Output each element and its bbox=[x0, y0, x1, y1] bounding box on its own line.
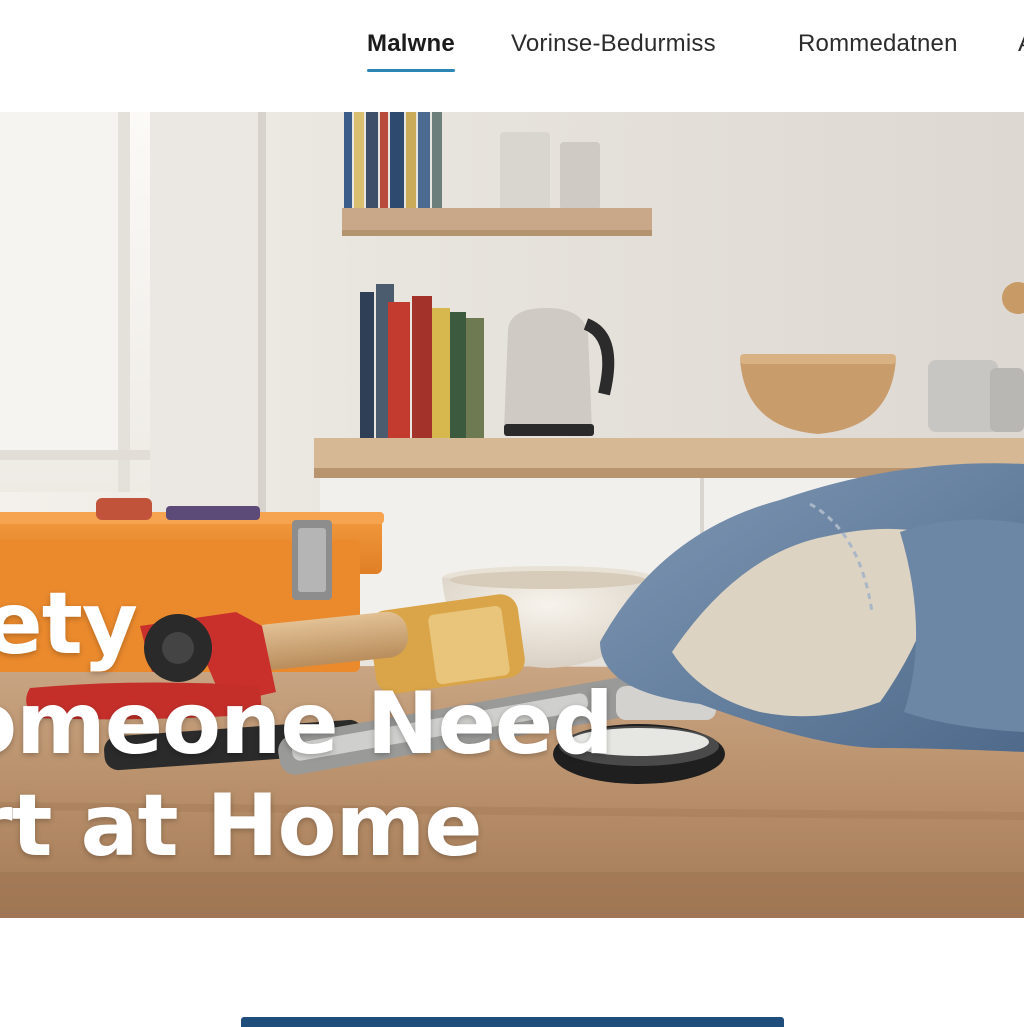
nav-item-label: Malwne bbox=[367, 30, 455, 57]
cta-button[interactable] bbox=[241, 1017, 784, 1027]
hero-banner: fety omeone Need rt at Home bbox=[0, 112, 1024, 918]
nav-item-1[interactable]: Vorinse-Bedurmiss bbox=[511, 30, 716, 58]
top-navigation: Malwne Vorinse-Bedurmiss Rommedatnen A bbox=[0, 0, 1024, 112]
nav-item-label: A bbox=[1018, 30, 1024, 57]
active-tab-underline bbox=[367, 69, 455, 72]
hero-image bbox=[0, 112, 1024, 918]
nav-item-0[interactable]: Malwne bbox=[367, 30, 455, 72]
nav-item-label: Rommedatnen bbox=[798, 30, 958, 57]
content-section bbox=[0, 918, 1024, 1027]
nav-item-3[interactable]: A bbox=[1018, 30, 1024, 58]
nav-item-label: Vorinse-Bedurmiss bbox=[511, 30, 716, 57]
nav-item-2[interactable]: Rommedatnen bbox=[798, 30, 958, 58]
